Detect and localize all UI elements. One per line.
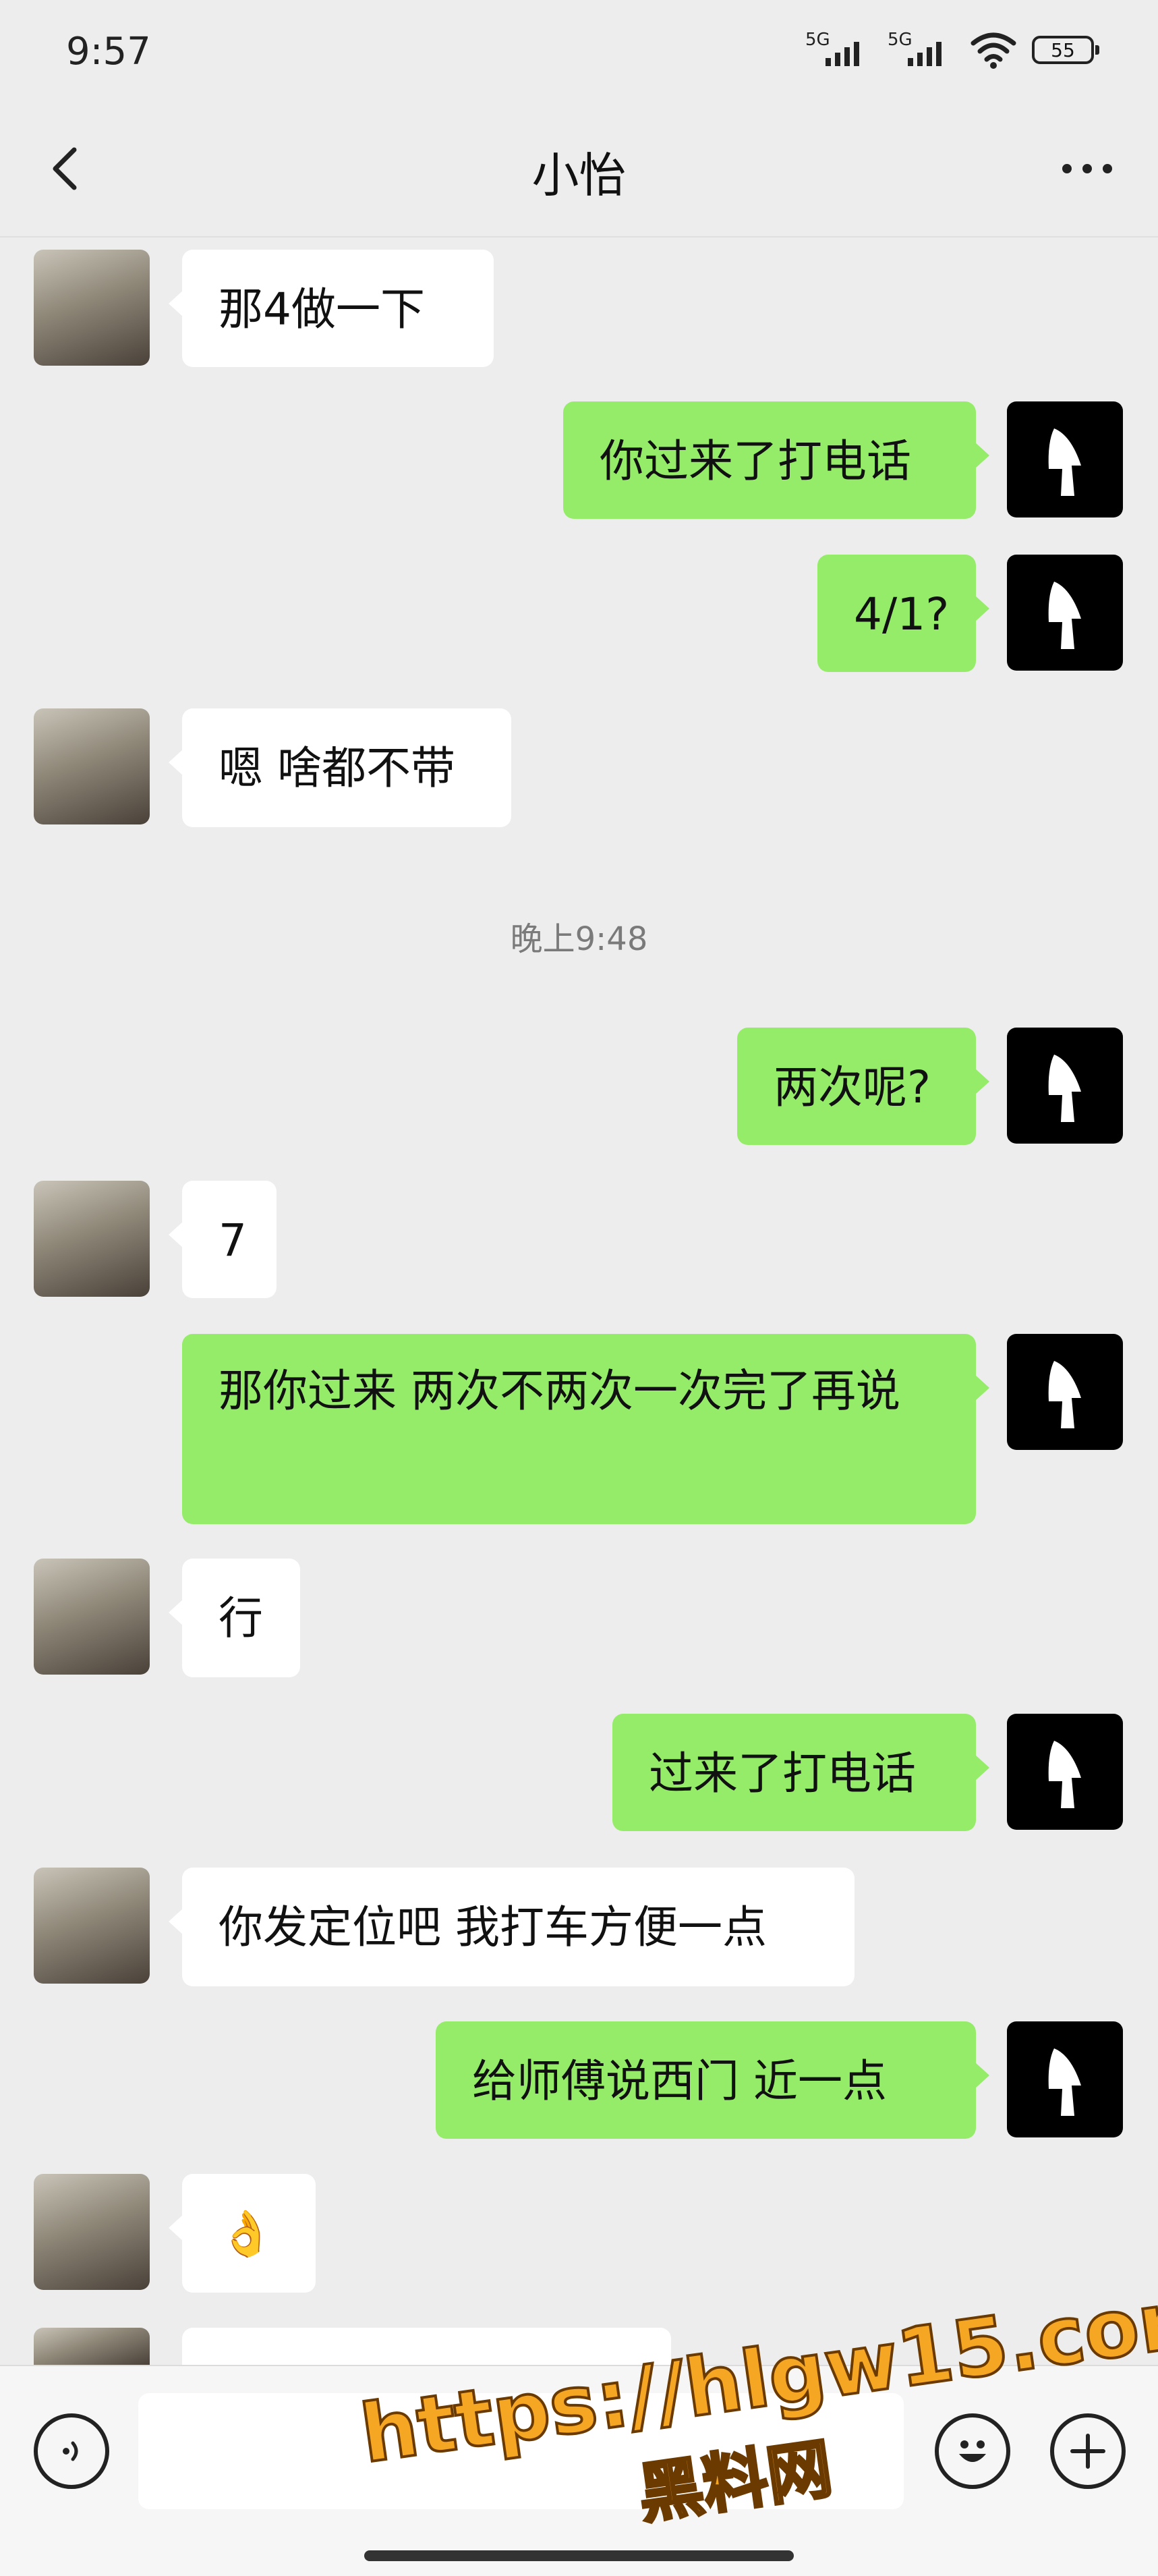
incoming-message[interactable]: 你发定位吧 我打车方便一点 (169, 1868, 855, 1986)
outgoing-message[interactable]: 两次呢? (737, 1028, 989, 1145)
my-avatar[interactable] (1007, 1334, 1123, 1450)
status-bar: 9:57 5G 5G 55 (0, 0, 1158, 101)
message-timestamp: 晚上9:48 (510, 920, 648, 958)
signal-icon: 5G (888, 30, 955, 70)
my-avatar[interactable] (1007, 1714, 1123, 1830)
avatar-figure-icon (1048, 2048, 1081, 2116)
chat-title: 小怡 (531, 148, 627, 203)
avatar-figure-icon (1048, 1741, 1081, 1808)
my-avatar[interactable] (1007, 555, 1123, 671)
avatar-figure-icon (1048, 582, 1081, 649)
contact-avatar[interactable] (34, 1559, 150, 1675)
contact-avatar[interactable] (34, 1868, 150, 1984)
my-avatar[interactable] (1007, 2021, 1123, 2137)
status-icons: 5G 5G 55 (805, 30, 1099, 70)
more-dots-icon[interactable] (1057, 155, 1118, 182)
outgoing-message[interactable]: 那你过来 两次不两次一次完了再说 (182, 1334, 989, 1524)
incoming-message[interactable]: 7 (169, 1181, 277, 1298)
contact-avatar[interactable] (34, 2174, 150, 2290)
my-avatar[interactable] (1007, 1028, 1123, 1144)
incoming-message[interactable]: 那4做一下 (169, 250, 494, 367)
wifi-icon (971, 32, 1016, 69)
contact-avatar[interactable] (34, 2328, 150, 2365)
outgoing-message[interactable]: 你过来了打电话 (563, 401, 989, 519)
voice-icon[interactable] (34, 2413, 109, 2489)
avatar-figure-icon (1048, 1361, 1081, 1428)
incoming-message[interactable]: 👌 (169, 2174, 316, 2293)
outgoing-message[interactable]: 给师傅说西门 近一点 (436, 2021, 989, 2139)
outgoing-message[interactable]: 4/1? (817, 555, 989, 672)
outgoing-message[interactable]: 过来了打电话 (612, 1714, 989, 1831)
chat-header: 小怡 (0, 101, 1158, 237)
plus-icon[interactable] (1050, 2413, 1126, 2489)
emoji-icon[interactable] (935, 2413, 1010, 2489)
avatar-figure-icon (1048, 1055, 1081, 1122)
status-time: 9:57 (66, 30, 151, 74)
contact-avatar[interactable] (34, 1181, 150, 1297)
home-indicator[interactable] (364, 2550, 794, 2561)
avatar-figure-icon (1048, 428, 1081, 496)
contact-avatar[interactable] (34, 250, 150, 366)
battery-icon: 55 (1032, 36, 1099, 64)
my-avatar[interactable] (1007, 401, 1123, 517)
incoming-message[interactable]: 嗯 啥都不带 (169, 708, 511, 827)
incoming-message[interactable]: 行 (169, 1559, 300, 1677)
contact-avatar[interactable] (34, 708, 150, 824)
signal-icon: 5G (805, 30, 873, 70)
